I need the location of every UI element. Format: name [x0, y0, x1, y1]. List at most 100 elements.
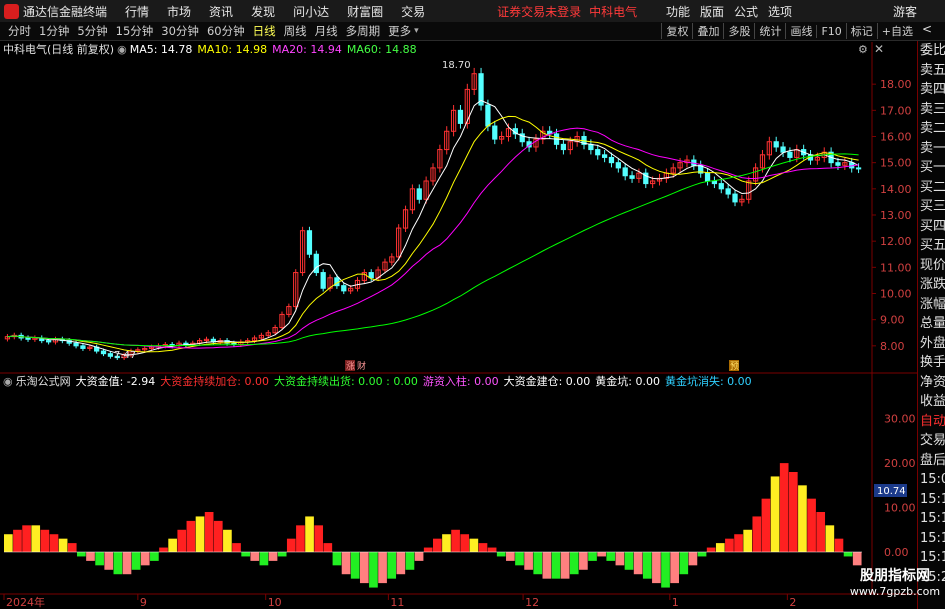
- event-mark-3[interactable]: 预: [730, 361, 739, 372]
- indicator-items: 大资金值: -2.94 大资金持续加仓: 0.00 大资金持续出货: 0.00 : …: [76, 373, 757, 389]
- side-panel-item[interactable]: 买四: [920, 219, 945, 234]
- indicator-bar: [58, 538, 68, 552]
- indicator-item: 黄金坑消失: 0.00: [664, 375, 752, 388]
- side-panel-item[interactable]: 净资: [920, 375, 945, 390]
- side-panel-item[interactable]: 卖四: [920, 83, 945, 97]
- candle-body: [492, 125, 498, 140]
- indicator-bar: [460, 534, 470, 552]
- price-tick-label: 14.00: [880, 183, 912, 196]
- time-tick-label: 10: [268, 596, 282, 609]
- side-panel-item[interactable]: 外盘: [920, 336, 945, 351]
- indicator-bar: [186, 520, 196, 552]
- side-panel-item[interactable]: 15:1: [920, 492, 945, 507]
- price-tick-label: 18.00: [880, 78, 912, 91]
- indicator-bar: [788, 472, 798, 552]
- side-panel-item[interactable]: 委比: [920, 44, 945, 58]
- candle-body: [595, 149, 601, 156]
- indicator-item: 大资金值: -2.94: [75, 375, 156, 388]
- indicator-tick-label: 30.00: [884, 413, 916, 426]
- watermark-url: www.7gpzb.com: [849, 585, 941, 598]
- candle-body: [457, 109, 464, 124]
- event-mark-2[interactable]: 财: [357, 360, 366, 372]
- side-panel-item[interactable]: 卖三: [920, 102, 945, 117]
- indicator-bar: [606, 552, 616, 561]
- indicator-bar: [177, 529, 187, 552]
- side-panel-item[interactable]: 涨幅: [920, 297, 945, 312]
- time-tick-label: 12: [525, 596, 539, 609]
- indicator-bar: [350, 552, 360, 579]
- indicator-bar: [496, 552, 506, 557]
- side-panel-item[interactable]: 买三: [920, 200, 945, 214]
- indicator-bar: [843, 552, 853, 557]
- time-tick-label: 11: [390, 596, 404, 609]
- indicator-bar: [423, 547, 433, 552]
- indicator-bar: [715, 543, 725, 552]
- candle-body: [416, 188, 422, 200]
- candle-body: [725, 188, 731, 195]
- price-tick-label: 15.00: [880, 157, 912, 170]
- indicator-bar: [296, 525, 305, 552]
- side-panel-item[interactable]: 卖二: [920, 122, 945, 136]
- indicator-bar: [579, 552, 588, 570]
- indicator-bar: [560, 552, 570, 579]
- event-mark-1[interactable]: 涨: [346, 361, 355, 372]
- indicator-bar: [223, 529, 232, 552]
- indicator-bar: [487, 547, 497, 552]
- side-panel-item[interactable]: 卖一: [920, 141, 945, 156]
- time-tick-label: 9: [140, 596, 147, 609]
- side-panel-item[interactable]: 盘后: [920, 453, 945, 468]
- ma20-line: [7, 127, 859, 349]
- side-panel-item[interactable]: 15:0: [920, 473, 945, 487]
- indicator-bar: [533, 552, 543, 575]
- indicator-bar: [670, 552, 679, 584]
- side-panel-item[interactable]: 15:1: [920, 551, 945, 565]
- time-tick-label: 1: [672, 596, 679, 609]
- indicator-bar: [77, 552, 86, 557]
- side-panel-item[interactable]: 换手: [920, 356, 945, 370]
- price-tick-label: 8.00: [880, 340, 905, 353]
- watermark-name: 股朋指标网: [860, 568, 930, 584]
- indicator-settings-icon[interactable]: ◉: [3, 375, 13, 388]
- indicator-bar: [506, 552, 515, 561]
- side-panel-item[interactable]: 总量: [920, 317, 945, 331]
- indicator-bar: [734, 534, 743, 552]
- indicator-bar: [706, 547, 716, 552]
- side-panel-item[interactable]: 涨跌: [920, 278, 945, 292]
- indicator-bar: [515, 552, 524, 566]
- indicator-bar: [40, 529, 50, 552]
- side-panel-item[interactable]: 买一: [920, 161, 945, 175]
- ma5-line: [7, 99, 859, 356]
- kline-chart[interactable]: 18.0017.0016.0015.0014.0013.0012.0011.00…: [0, 0, 945, 609]
- indicator-bar: [369, 552, 378, 588]
- indicator-bar: [442, 534, 451, 552]
- time-tick-label: 2024年: [6, 595, 45, 609]
- side-panel-item[interactable]: 15:1: [920, 512, 945, 526]
- indicator-bar: [597, 552, 606, 557]
- candle-body: [629, 175, 635, 179]
- candle-body: [732, 193, 738, 203]
- indicator-bar: [113, 552, 123, 575]
- side-panel-item[interactable]: 自动: [920, 414, 945, 429]
- side-panel-item[interactable]: 15:1: [920, 531, 945, 546]
- indicator-bar: [359, 552, 369, 584]
- candle-body: [773, 141, 779, 148]
- indicator-bar: [95, 552, 104, 566]
- indicator-bar: [396, 552, 406, 575]
- candle-body: [100, 350, 107, 355]
- indicator-bar: [13, 529, 22, 552]
- indicator-name: 乐淘公式网: [15, 375, 71, 388]
- side-panel-item[interactable]: 交易: [920, 434, 945, 448]
- side-panel-item[interactable]: 收益: [920, 395, 945, 409]
- side-panel-item[interactable]: 现价: [920, 258, 945, 273]
- side-panel-item[interactable]: 卖五: [920, 63, 945, 78]
- indicator-bar: [834, 538, 844, 552]
- side-panel-item[interactable]: 买二: [920, 180, 945, 195]
- indicator-bar: [86, 552, 95, 561]
- indicator-bar: [232, 543, 241, 552]
- side-panel-item[interactable]: 买五: [920, 239, 945, 253]
- indicator-item: 黄金坑: 0.00: [595, 375, 660, 388]
- candle-body: [615, 162, 621, 169]
- indicator-bar: [588, 552, 597, 561]
- indicator-bar: [22, 525, 31, 552]
- indicator-info-bar: ◉ 乐淘公式网 大资金值: -2.94 大资金持续加仓: 0.00 大资金持续出货:…: [0, 373, 757, 389]
